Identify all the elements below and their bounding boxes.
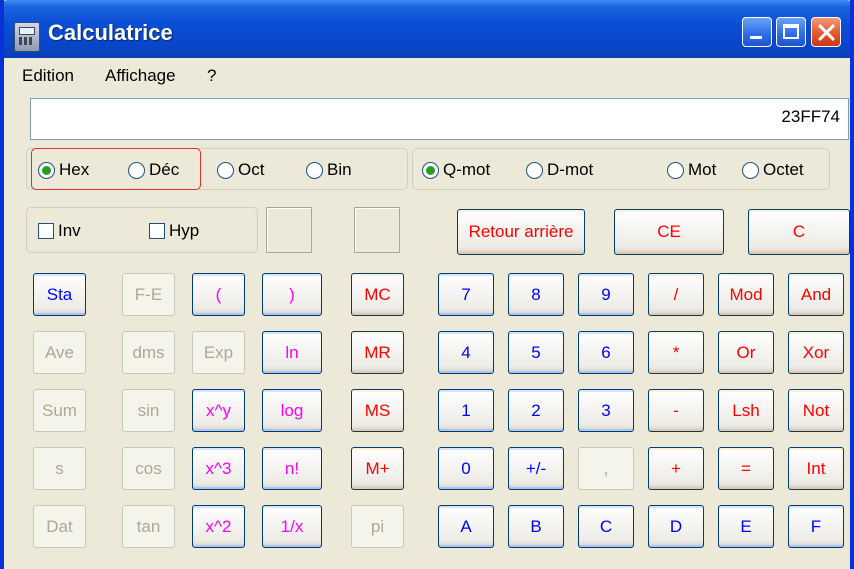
clear-button[interactable]: C xyxy=(748,209,850,255)
checkbox-hyp[interactable]: Hyp xyxy=(149,220,199,242)
key-7[interactable]: 7 xyxy=(438,273,494,316)
m-plus-button[interactable]: M+ xyxy=(351,447,404,490)
checkbox-icon xyxy=(149,223,165,239)
minimize-button[interactable] xyxy=(742,17,772,47)
radio-octet[interactable]: Octet xyxy=(742,159,804,181)
log-button[interactable]: log xyxy=(262,389,322,432)
dat-button[interactable]: Dat xyxy=(33,505,86,548)
maximize-button[interactable] xyxy=(776,17,806,47)
result-display: 23FF74 xyxy=(30,98,849,140)
radio-icon xyxy=(526,161,543,179)
pi-button[interactable]: pi xyxy=(351,505,404,548)
radio-hex[interactable]: Hex xyxy=(38,159,89,181)
calculator-icon xyxy=(14,22,40,52)
radio-dmot[interactable]: D-mot xyxy=(526,159,593,181)
multiply-button[interactable]: * xyxy=(648,331,704,374)
radio-bin[interactable]: Bin xyxy=(306,159,352,181)
close-paren-button[interactable]: ) xyxy=(262,273,322,316)
radio-icon xyxy=(128,161,145,179)
subtract-button[interactable]: - xyxy=(648,389,704,432)
or-button[interactable]: Or xyxy=(718,331,774,374)
not-button[interactable]: Not xyxy=(788,389,844,432)
tan-button[interactable]: tan xyxy=(122,505,175,548)
key-6[interactable]: 6 xyxy=(578,331,634,374)
mod-button[interactable]: Mod xyxy=(718,273,774,316)
key-0[interactable]: 0 xyxy=(438,447,494,490)
key-d[interactable]: D xyxy=(648,505,704,548)
divide-button[interactable]: / xyxy=(648,273,704,316)
title-bar[interactable]: Calculatrice xyxy=(4,0,850,58)
window-title: Calculatrice xyxy=(48,20,173,45)
radio-qmot[interactable]: Q-mot xyxy=(422,159,490,181)
clear-entry-button[interactable]: CE xyxy=(614,209,724,255)
exp-button[interactable]: Exp xyxy=(192,331,245,374)
dms-button[interactable]: dms xyxy=(122,331,175,374)
radio-oct[interactable]: Oct xyxy=(217,159,264,181)
add-button[interactable]: + xyxy=(648,447,704,490)
checkbox-inv[interactable]: Inv xyxy=(38,220,81,242)
ms-button[interactable]: MS xyxy=(351,389,404,432)
key-8[interactable]: 8 xyxy=(508,273,564,316)
ln-button[interactable]: ln xyxy=(262,331,322,374)
calculator-window: Calculatrice Edition Affichage ? 23FF74 … xyxy=(0,0,854,569)
memory-indicator xyxy=(266,207,312,253)
sin-button[interactable]: sin xyxy=(122,389,175,432)
cube-button[interactable]: x^3 xyxy=(192,447,245,490)
key-3[interactable]: 3 xyxy=(578,389,634,432)
menu-help[interactable]: ? xyxy=(207,66,216,86)
key-5[interactable]: 5 xyxy=(508,331,564,374)
paren-indicator xyxy=(354,207,400,253)
ave-button[interactable]: Ave xyxy=(33,331,86,374)
key-1[interactable]: 1 xyxy=(438,389,494,432)
key-f[interactable]: F xyxy=(788,505,844,548)
open-paren-button[interactable]: ( xyxy=(192,273,245,316)
mc-button[interactable]: MC xyxy=(351,273,404,316)
key-2[interactable]: 2 xyxy=(508,389,564,432)
backspace-button[interactable]: Retour arrière xyxy=(457,209,585,255)
menu-edition[interactable]: Edition xyxy=(22,66,74,86)
checkbox-icon xyxy=(38,223,54,239)
key-c[interactable]: C xyxy=(578,505,634,548)
radio-icon xyxy=(217,161,234,179)
key-b[interactable]: B xyxy=(508,505,564,548)
menu-bar: Edition Affichage ? xyxy=(4,58,850,92)
factorial-button[interactable]: n! xyxy=(262,447,322,490)
close-button[interactable] xyxy=(811,17,841,47)
radio-icon xyxy=(667,161,684,179)
power-button[interactable]: x^y xyxy=(192,389,245,432)
key-e[interactable]: E xyxy=(718,505,774,548)
s-button[interactable]: s xyxy=(33,447,86,490)
key-9[interactable]: 9 xyxy=(578,273,634,316)
fe-button[interactable]: F-E xyxy=(122,273,175,316)
menu-affichage[interactable]: Affichage xyxy=(105,66,176,86)
radio-selected-icon xyxy=(422,161,439,179)
negate-button[interactable]: +/- xyxy=(508,447,564,490)
radio-selected-icon xyxy=(38,161,55,179)
key-4[interactable]: 4 xyxy=(438,331,494,374)
and-button[interactable]: And xyxy=(788,273,844,316)
radio-icon xyxy=(742,161,759,179)
radio-icon xyxy=(306,161,323,179)
radio-dec[interactable]: Déc xyxy=(128,159,179,181)
int-button[interactable]: Int xyxy=(788,447,844,490)
square-button[interactable]: x^2 xyxy=(192,505,245,548)
xor-button[interactable]: Xor xyxy=(788,331,844,374)
lsh-button[interactable]: Lsh xyxy=(718,389,774,432)
sta-button[interactable]: Sta xyxy=(33,273,86,316)
equals-button[interactable]: = xyxy=(718,447,774,490)
cos-button[interactable]: cos xyxy=(122,447,175,490)
radio-mot[interactable]: Mot xyxy=(667,159,716,181)
reciprocal-button[interactable]: 1/x xyxy=(262,505,322,548)
mr-button[interactable]: MR xyxy=(351,331,404,374)
decimal-button[interactable]: , xyxy=(578,447,634,490)
sum-button[interactable]: Sum xyxy=(33,389,86,432)
key-a[interactable]: A xyxy=(438,505,494,548)
